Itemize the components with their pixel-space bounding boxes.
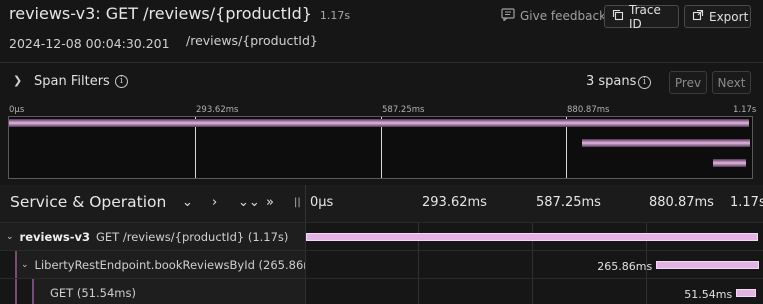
trace-timestamp: 2024-12-08 00:04:30.201	[9, 36, 170, 51]
span-bar[interactable]	[306, 233, 759, 241]
span-service: reviews-v3	[19, 229, 90, 244]
span-bar[interactable]	[736, 289, 757, 297]
minimap-tick: 0μs	[9, 105, 25, 115]
export-label: Export	[709, 9, 749, 24]
span-row[interactable]: ⌄ LibertyRestEndpoint.bookReviewsById (2…	[0, 250, 763, 278]
chevron-right-icon[interactable]: ›	[212, 195, 217, 210]
span-label-cell[interactable]: GET (51.54ms)	[34, 279, 305, 304]
span-filters-toggle[interactable]: Span Filters	[34, 74, 110, 89]
minimap-tick: 1.17s	[733, 105, 757, 115]
export-icon	[692, 9, 704, 24]
span-filters-bar: ❯ Span Filters i 3 spans i Prev Next	[0, 62, 763, 100]
minimap-span-bar	[9, 119, 750, 127]
prev-button[interactable]: Prev	[669, 71, 707, 94]
give-feedback-link[interactable]: Give feedback	[501, 8, 606, 24]
export-button[interactable]: Export	[684, 5, 751, 28]
span-row[interactable]: GET (51.54ms) 51.54ms	[0, 278, 763, 304]
column-title: Service & Operation	[10, 193, 167, 211]
feedback-label: Give feedback	[520, 9, 607, 23]
span-duration-label: 265.86ms	[597, 260, 653, 273]
span-operation: GET /reviews/{productId} (1.17s)	[96, 229, 289, 244]
collapse-all-icon[interactable]: »	[266, 195, 274, 210]
chevron-down-icon[interactable]: ⌄	[21, 260, 29, 270]
span-operation: LibertyRestEndpoint.bookReviewsById (265…	[34, 257, 305, 272]
timeline-tick: 293.62ms	[422, 195, 487, 210]
span-count-info-icon[interactable]: i	[638, 76, 651, 89]
span-row[interactable]: ⌄ reviews-v3 GET /reviews/{productId} (1…	[0, 222, 763, 250]
minimap-span-bar	[582, 139, 751, 147]
trace-service: reviews-v3	[9, 4, 96, 23]
minimap-tick: 880.87ms	[567, 105, 610, 115]
title-separator: :	[95, 4, 106, 23]
chevron-down-icon[interactable]: ⌄	[6, 232, 14, 242]
trace-title: reviews-v3: GET /reviews/{productId} 1.17…	[9, 4, 350, 23]
column-divider	[305, 185, 306, 222]
span-label-cell[interactable]: ⌄ LibertyRestEndpoint.bookReviewsById (2…	[17, 251, 305, 278]
minimap-tick: 587.25ms	[382, 105, 425, 115]
span-label-cell[interactable]: ⌄ reviews-v3 GET /reviews/{productId} (1…	[0, 223, 305, 250]
minimap-span-bar	[713, 159, 746, 167]
trace-operation: /reviews/{productId}	[186, 33, 318, 48]
trace-id-button[interactable]: Trace ID	[604, 2, 679, 31]
minimap-tick: 293.62ms	[196, 105, 239, 115]
chevron-right-icon[interactable]: ❯	[13, 74, 22, 87]
trace-duration: 1.17s	[319, 9, 351, 22]
copy-icon	[612, 9, 624, 24]
span-duration-label: 51.54ms	[684, 288, 733, 301]
span-bar[interactable]	[656, 261, 759, 269]
column-resizer-icon[interactable]: ||	[294, 197, 301, 208]
timeline-tick: 0μs	[310, 195, 334, 210]
tree-guide	[15, 279, 17, 304]
span-count: 3 spans	[586, 74, 637, 89]
trace-table-header: Service & Operation ⌄ › ⌄⌄ » || 0μs 293.…	[0, 185, 763, 222]
timeline-tick: 1.17s	[730, 195, 763, 210]
trace-minimap[interactable]	[8, 116, 753, 179]
expand-all-icon[interactable]: ⌄⌄	[238, 195, 260, 210]
timeline-tick: 587.25ms	[536, 195, 601, 210]
trace-operation-title: GET /reviews/{productId}	[105, 4, 312, 23]
info-icon[interactable]: i	[115, 75, 128, 88]
feedback-icon	[501, 8, 515, 24]
next-button[interactable]: Next	[712, 71, 751, 94]
timeline-tick: 880.87ms	[649, 195, 714, 210]
span-operation: GET (51.54ms)	[50, 285, 136, 300]
trace-id-label: Trace ID	[629, 2, 661, 31]
chevron-down-icon[interactable]: ⌄	[182, 195, 193, 210]
